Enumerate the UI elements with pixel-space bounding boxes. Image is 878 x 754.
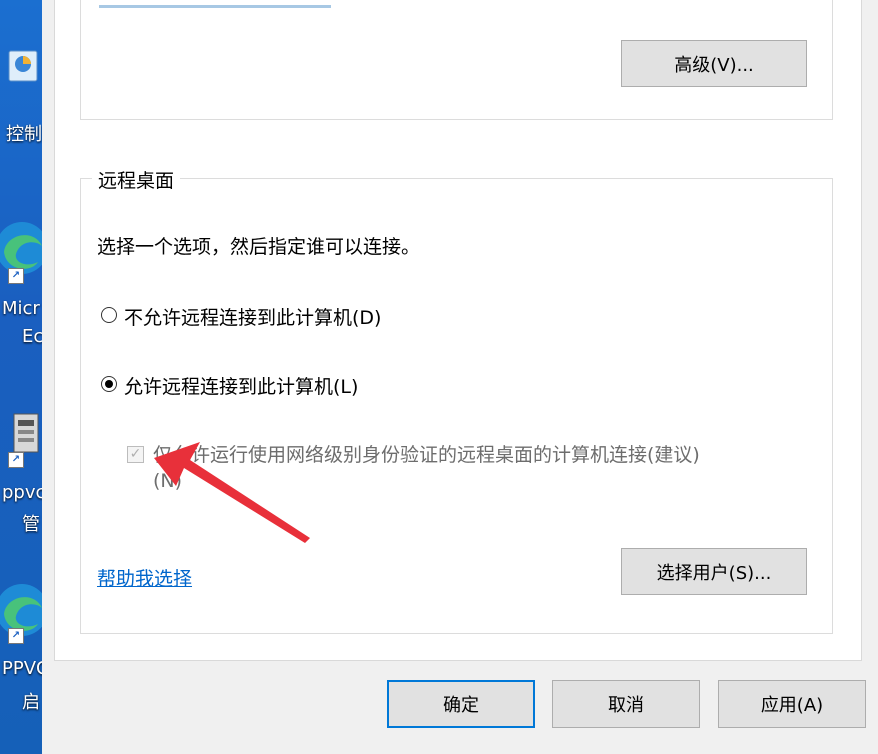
radio-allow-remote[interactable] <box>101 376 117 392</box>
desktop-icon-label: Ec <box>22 326 42 347</box>
focus-accent-line <box>99 5 331 8</box>
advanced-button[interactable]: 高级(V)... <box>621 40 807 87</box>
desktop-icon-label: ppvc <box>2 482 42 503</box>
help-me-choose-link[interactable]: 帮助我选择 <box>97 564 192 591</box>
desktop-icon-edge[interactable]: ↗ PPVC 启 <box>0 580 42 740</box>
remote-tab-page: 高级(V)... 远程桌面 选择一个选项，然后指定谁可以连接。 不允许远程连接到… <box>54 0 862 661</box>
radio-deny-remote[interactable] <box>101 307 117 323</box>
radio-allow-remote-label[interactable]: 允许远程连接到此计算机(L) <box>124 372 358 399</box>
desktop-icon-control-panel[interactable]: 控制 <box>2 48 42 158</box>
desktop-icon-label: 控制 <box>6 124 42 145</box>
shortcut-arrow-icon: ↗ <box>8 452 24 468</box>
remote-desktop-group: 远程桌面 选择一个选项，然后指定谁可以连接。 不允许远程连接到此计算机(D) 允… <box>80 166 833 634</box>
radio-deny-remote-label[interactable]: 不允许远程连接到此计算机(D) <box>124 303 381 330</box>
annotation-arrow-icon <box>154 442 310 543</box>
desktop-icon-edge[interactable]: ↗ Micr Ec <box>0 218 42 358</box>
ok-button[interactable]: 确定 <box>387 680 535 728</box>
nla-checkbox[interactable]: ✓ <box>127 446 144 463</box>
system-properties-dialog: 高级(V)... 远程桌面 选择一个选项，然后指定谁可以连接。 不允许远程连接到… <box>42 0 878 754</box>
instruction-text: 选择一个选项，然后指定谁可以连接。 <box>97 236 421 258</box>
desktop-icon-label: Micr <box>2 298 40 319</box>
shortcut-arrow-icon: ↗ <box>8 628 24 644</box>
desktop-icon-label: 管 <box>22 514 40 535</box>
shortcut-arrow-icon: ↗ <box>8 268 24 284</box>
desktop-icon-app[interactable]: ↗ ppvc 管 <box>2 410 42 550</box>
app-icon <box>13 413 39 453</box>
apply-button[interactable]: 应用(A) <box>718 680 866 728</box>
desktop-strip: 控制 ↗ Micr Ec ↗ ppvc 管 ↗ PPVC 启 <box>0 0 42 754</box>
remote-assistance-group: 高级(V)... <box>80 0 833 120</box>
desktop-icon-label: 启 <box>22 692 40 713</box>
cancel-button[interactable]: 取消 <box>552 680 700 728</box>
desktop-icon-label: PPVC <box>2 658 42 679</box>
select-users-button[interactable]: 选择用户(S)... <box>621 548 807 595</box>
remote-desktop-legend: 远程桌面 <box>92 166 181 193</box>
radio-selected-dot <box>105 380 113 388</box>
control-panel-icon <box>8 50 38 82</box>
